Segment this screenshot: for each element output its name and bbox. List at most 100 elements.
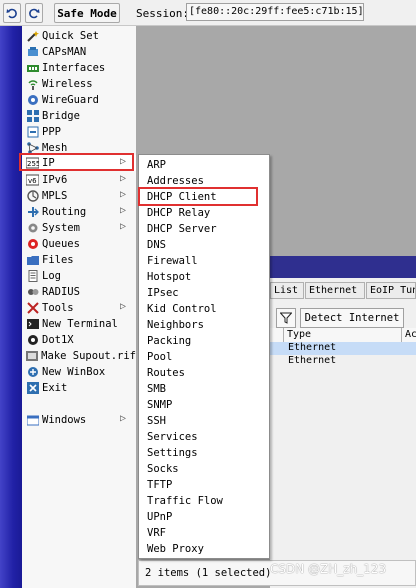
exit-icon bbox=[26, 382, 39, 395]
submenu-item-socks[interactable]: Socks bbox=[147, 461, 179, 477]
menu-item-new-terminal[interactable]: New Terminal bbox=[22, 316, 136, 332]
submenu-item-hotspot[interactable]: Hotspot bbox=[147, 269, 191, 285]
status-text: 2 items (1 selected) bbox=[145, 567, 272, 579]
ppp-icon bbox=[26, 126, 39, 139]
submenu-item-dhcp-server[interactable]: DHCP Server bbox=[147, 221, 217, 237]
table-column-type[interactable]: Type bbox=[284, 328, 402, 343]
wireless-icon bbox=[26, 78, 39, 91]
undo-icon bbox=[6, 8, 17, 19]
table-header: Type Ac bbox=[270, 328, 416, 343]
tab-ethernet[interactable]: Ethernet bbox=[305, 282, 365, 299]
filter-button[interactable] bbox=[276, 308, 296, 328]
menu-item-interfaces[interactable]: Interfaces bbox=[22, 60, 136, 76]
folder-icon bbox=[26, 254, 39, 267]
chevron-right-icon: ▷ bbox=[119, 205, 126, 216]
menu-item-exit[interactable]: Exit bbox=[22, 380, 136, 396]
submenu-item-snmp[interactable]: SNMP bbox=[147, 397, 172, 413]
table-column-actual[interactable]: Ac bbox=[402, 328, 416, 343]
undo-button[interactable] bbox=[3, 3, 21, 23]
menu-item-dot1x[interactable]: Dot1X bbox=[22, 332, 136, 348]
chevron-right-icon: ▷ bbox=[119, 221, 126, 232]
dhcp-client-highlight-box bbox=[138, 187, 258, 206]
menu-item-ipv6[interactable]: v6 IPv6 ▷ bbox=[22, 172, 136, 188]
session-field[interactable]: [fe80::20c:29ff:fee5:c71b:15] bbox=[186, 3, 364, 21]
submenu-item-pool[interactable]: Pool bbox=[147, 349, 172, 365]
submenu-item-arp[interactable]: ARP bbox=[147, 157, 166, 173]
redo-icon bbox=[29, 8, 40, 19]
ip-menu-highlight-box bbox=[19, 153, 134, 171]
menu-item-mpls[interactable]: MPLS ▷ bbox=[22, 188, 136, 204]
ipv6-icon: v6 bbox=[26, 174, 39, 187]
menu-item-wireguard[interactable]: WireGuard bbox=[22, 92, 136, 108]
menu-item-wireless[interactable]: Wireless bbox=[22, 76, 136, 92]
dhcp-client-window: List Ethernet EoIP Tun Detect Internet bbox=[270, 256, 416, 588]
window-title-bar[interactable] bbox=[270, 256, 416, 278]
table-column-blank[interactable] bbox=[270, 328, 284, 343]
winbox-icon bbox=[26, 366, 39, 379]
menu-item-windows[interactable]: Windows ▷ bbox=[22, 412, 136, 428]
menu-item-log[interactable]: Log bbox=[22, 268, 136, 284]
menu-item-files[interactable]: Files bbox=[22, 252, 136, 268]
gear-icon bbox=[26, 222, 39, 235]
chevron-right-icon: ▷ bbox=[119, 173, 126, 184]
submenu-item-traffic-flow[interactable]: Traffic Flow bbox=[147, 493, 223, 509]
submenu-item-dhcp-relay[interactable]: DHCP Relay bbox=[147, 205, 210, 221]
table-row[interactable]: Ethernet bbox=[270, 342, 416, 355]
bridge-icon bbox=[26, 110, 39, 123]
dot1x-icon bbox=[26, 334, 39, 347]
submenu-item-firewall[interactable]: Firewall bbox=[147, 253, 198, 269]
queues-icon bbox=[26, 238, 39, 251]
terminal-icon bbox=[26, 318, 39, 331]
submenu-item-packing[interactable]: Packing bbox=[147, 333, 191, 349]
menu-item-quick-set[interactable]: Quick Set bbox=[22, 28, 136, 44]
submenu-item-tftp[interactable]: TFTP bbox=[147, 477, 172, 493]
filter-icon bbox=[280, 312, 292, 324]
svg-text:v6: v6 bbox=[28, 177, 37, 185]
menu-item-capsman[interactable]: CAPsMAN bbox=[22, 44, 136, 60]
tab-list[interactable]: List bbox=[270, 282, 304, 299]
wireguard-icon bbox=[26, 94, 39, 107]
capsman-icon bbox=[26, 46, 39, 59]
menu-item-routing[interactable]: Routing ▷ bbox=[22, 204, 136, 220]
interfaces-icon bbox=[26, 62, 39, 75]
routing-icon bbox=[26, 206, 39, 219]
mpls-icon bbox=[26, 190, 39, 203]
submenu-item-smb[interactable]: SMB bbox=[147, 381, 166, 397]
submenu-item-neighbors[interactable]: Neighbors bbox=[147, 317, 204, 333]
table-cell-type: Ethernet bbox=[288, 342, 337, 353]
submenu-item-upnp[interactable]: UPnP bbox=[147, 509, 172, 525]
menu-item-make-supout[interactable]: Make Supout.rif bbox=[22, 348, 136, 364]
supout-icon bbox=[26, 350, 39, 363]
submenu-item-ssh[interactable]: SSH bbox=[147, 413, 166, 429]
submenu-item-dns[interactable]: DNS bbox=[147, 237, 166, 253]
chevron-right-icon: ▷ bbox=[119, 189, 126, 200]
safe-mode-button[interactable]: Safe Mode bbox=[54, 3, 120, 23]
menu-item-ppp[interactable]: PPP bbox=[22, 124, 136, 140]
ip-submenu: ARP Addresses DHCP Client DHCP Relay DHC… bbox=[138, 154, 270, 559]
submenu-item-web-proxy[interactable]: Web Proxy bbox=[147, 541, 204, 557]
wand-icon bbox=[26, 30, 39, 43]
menu-item-queues[interactable]: Queues bbox=[22, 236, 136, 252]
submenu-item-ipsec[interactable]: IPsec bbox=[147, 285, 179, 301]
submenu-item-services[interactable]: Services bbox=[147, 429, 198, 445]
chevron-right-icon: ▷ bbox=[119, 413, 126, 424]
log-icon bbox=[26, 270, 39, 283]
menu-item-new-winbox[interactable]: New WinBox bbox=[22, 364, 136, 380]
detect-internet-button[interactable]: Detect Internet bbox=[300, 308, 404, 328]
watermark: CSDN @ZH_zh_123 bbox=[270, 562, 387, 576]
windows-icon bbox=[26, 414, 39, 427]
table-row[interactable]: Ethernet bbox=[270, 355, 416, 368]
submenu-item-settings[interactable]: Settings bbox=[147, 445, 198, 461]
redo-button[interactable] bbox=[25, 3, 43, 23]
tools-icon bbox=[26, 302, 39, 315]
submenu-item-routes[interactable]: Routes bbox=[147, 365, 185, 381]
winbox-side-banner bbox=[0, 26, 22, 588]
menu-item-bridge[interactable]: Bridge bbox=[22, 108, 136, 124]
menu-item-system[interactable]: System ▷ bbox=[22, 220, 136, 236]
submenu-item-kid-control[interactable]: Kid Control bbox=[147, 301, 217, 317]
submenu-item-vrf[interactable]: VRF bbox=[147, 525, 166, 541]
menu-item-radius[interactable]: RADIUS bbox=[22, 284, 136, 300]
tab-eoip-tunnel[interactable]: EoIP Tun bbox=[366, 282, 416, 299]
menu-item-tools[interactable]: Tools ▷ bbox=[22, 300, 136, 316]
table-cell-type: Ethernet bbox=[288, 355, 337, 366]
